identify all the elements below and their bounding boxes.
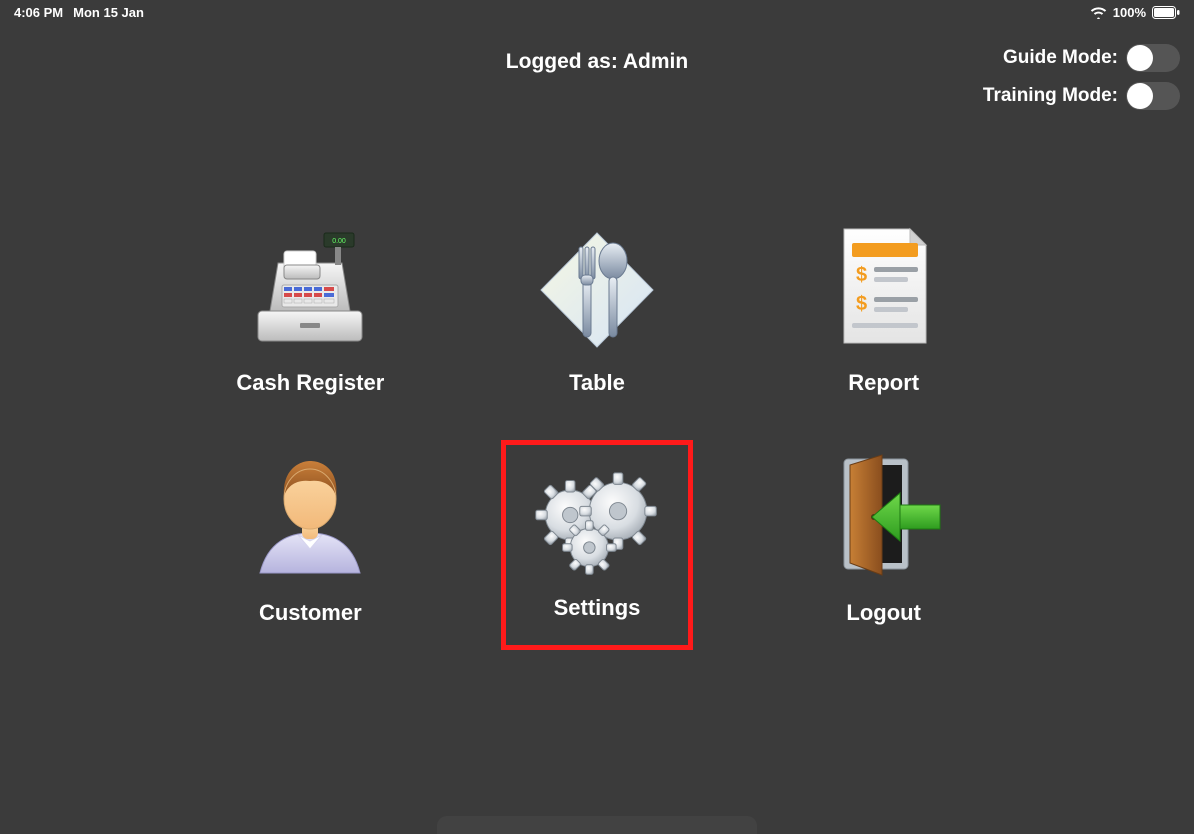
cash-register-label: Cash Register bbox=[236, 370, 384, 396]
report-tile[interactable]: $ $ Report bbox=[784, 210, 984, 420]
customer-tile[interactable]: Customer bbox=[210, 440, 410, 650]
status-battery-pct: 100% bbox=[1113, 5, 1146, 20]
customer-label: Customer bbox=[259, 600, 362, 626]
logged-as-prefix: Logged as: bbox=[506, 50, 623, 73]
settings-icon bbox=[527, 445, 667, 585]
training-mode-label: Training Mode: bbox=[983, 85, 1118, 107]
svg-text:$: $ bbox=[856, 293, 867, 315]
svg-text:0.00: 0.00 bbox=[333, 238, 347, 245]
logout-icon bbox=[809, 440, 959, 590]
svg-text:$: $ bbox=[856, 264, 867, 286]
training-mode-toggle[interactable] bbox=[1126, 82, 1180, 110]
cash-register-tile[interactable]: 0.00 Cash Register bbox=[210, 210, 410, 420]
wifi-icon bbox=[1090, 6, 1107, 19]
guide-mode-toggle[interactable] bbox=[1126, 44, 1180, 72]
table-label: Table bbox=[569, 370, 625, 396]
status-time: 4:06 PM bbox=[14, 5, 63, 20]
status-bar: 4:06 PM Mon 15 Jan 100% bbox=[0, 0, 1194, 24]
customer-icon bbox=[235, 440, 385, 590]
main-menu-grid: 0.00 Cash Register bbox=[187, 210, 1007, 650]
status-date: Mon 15 Jan bbox=[73, 5, 144, 20]
bottom-home-indicator-area bbox=[437, 816, 757, 834]
cash-register-icon: 0.00 bbox=[235, 210, 385, 360]
guide-mode-row: Guide Mode: bbox=[983, 44, 1180, 72]
battery-icon bbox=[1152, 6, 1180, 19]
guide-mode-label: Guide Mode: bbox=[1003, 47, 1118, 69]
settings-label: Settings bbox=[554, 595, 641, 621]
report-icon: $ $ bbox=[809, 210, 959, 360]
settings-tile[interactable]: Settings bbox=[501, 440, 693, 650]
table-tile[interactable]: Table bbox=[497, 210, 697, 420]
table-icon bbox=[522, 210, 672, 360]
logged-as-user: Admin bbox=[623, 50, 688, 73]
training-mode-row: Training Mode: bbox=[983, 82, 1180, 110]
header-area: Logged as: Admin Guide Mode: Training Mo… bbox=[0, 24, 1194, 114]
logged-as-label: Logged as: Admin bbox=[506, 50, 688, 74]
logout-tile[interactable]: Logout bbox=[784, 440, 984, 650]
logout-label: Logout bbox=[846, 600, 921, 626]
report-label: Report bbox=[848, 370, 919, 396]
